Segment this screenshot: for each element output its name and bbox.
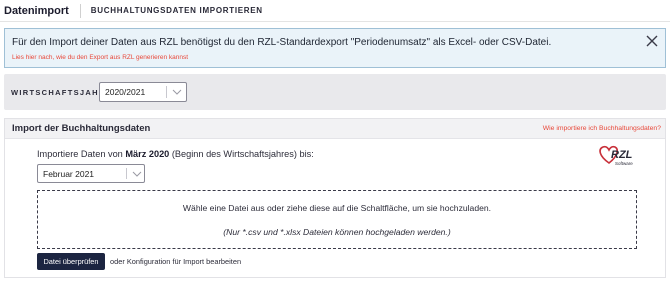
header-divider xyxy=(79,3,81,18)
info-banner: Für den Import deiner Daten aus RZL benö… xyxy=(4,28,666,68)
import-help-link[interactable]: Wie importiere ich Buchhaltungsdaten? xyxy=(543,125,661,132)
check-file-button[interactable]: Datei überprüfen xyxy=(37,253,105,270)
chevron-down-icon xyxy=(132,171,142,177)
chevron-down-icon xyxy=(172,89,182,95)
edit-import-config-link[interactable]: oder Konfiguration für Import bearbeiten xyxy=(110,257,241,266)
breadcrumb: BUCHHALTUNGSDATEN IMPORTIEREN xyxy=(90,6,263,15)
select-divider xyxy=(166,86,167,98)
fiscal-year-bar: WIRTSCHAFTSJAHR 2020/2021 xyxy=(4,74,666,110)
file-dropzone[interactable]: Wähle eine Datei aus oder ziehe diese au… xyxy=(37,190,637,249)
rzl-export-help-link[interactable]: Lies hier nach, wie du den Export aus RZ… xyxy=(12,54,188,61)
import-panel: Import der Buchhaltungsdaten Wie importi… xyxy=(4,118,666,278)
close-icon[interactable] xyxy=(645,34,659,48)
end-month-value: Februar 2021 xyxy=(43,168,95,179)
import-panel-title: Import der Buchhaltungsdaten xyxy=(12,123,151,134)
import-panel-header: Import der Buchhaltungsdaten Wie importi… xyxy=(5,119,665,139)
rzl-software-logo: RZL Software xyxy=(599,145,633,166)
fiscal-year-label: WIRTSCHAFTSJAHR xyxy=(11,88,106,97)
import-range-prefix: Importiere Daten von xyxy=(37,149,126,159)
page-title: Datenimport xyxy=(4,4,69,17)
fiscal-year-value: 2020/2021 xyxy=(105,87,146,97)
dropzone-text: Wähle eine Datei aus oder ziehe diese au… xyxy=(182,203,492,213)
svg-text:Software: Software xyxy=(615,161,633,166)
import-range-suffix: (Beginn des Wirtschaftsjahres) bis: xyxy=(169,149,314,159)
top-bar: Datenimport BUCHHALTUNGSDATEN IMPORTIERE… xyxy=(0,0,670,22)
dropzone-hint: (Nur *.csv und *.xlsx Dateien können hoc… xyxy=(223,227,451,237)
import-start-month: März 2020 xyxy=(125,149,170,159)
svg-text:RZL: RZL xyxy=(611,149,633,161)
end-month-select[interactable]: Februar 2021 xyxy=(37,164,145,183)
info-banner-text: Für den Import deiner Daten aus RZL benö… xyxy=(12,37,552,48)
fiscal-year-select[interactable]: 2020/2021 xyxy=(99,82,187,102)
select-divider xyxy=(126,168,127,179)
import-range-text: Importiere Daten von März 2020 (Beginn d… xyxy=(37,149,314,159)
